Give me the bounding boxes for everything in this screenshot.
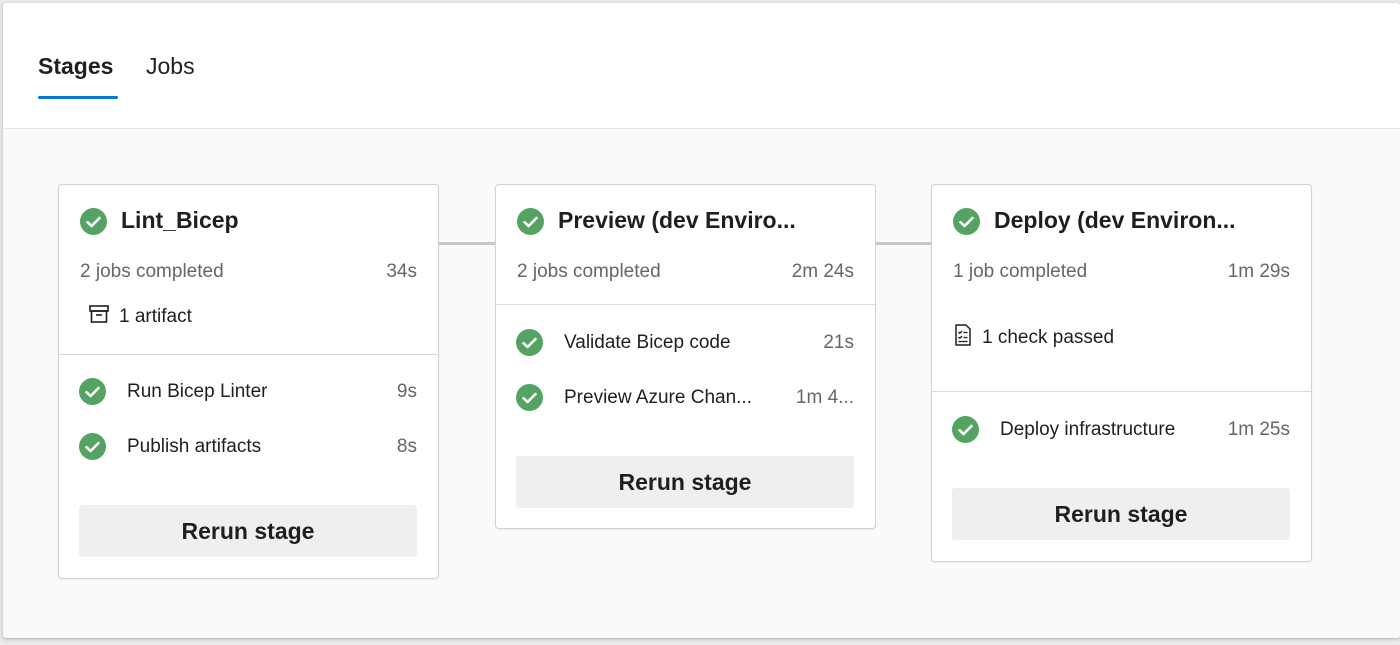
artifact-icon bbox=[89, 305, 109, 329]
success-check-icon bbox=[516, 384, 543, 411]
success-check-icon bbox=[79, 433, 106, 460]
job-name: Publish artifacts bbox=[127, 436, 262, 457]
pipeline-run-panel: Stages Jobs Lint_Bicep 2 jobs completed … bbox=[3, 3, 1400, 638]
checks-link[interactable]: 1 check passed bbox=[954, 324, 1114, 352]
tab-bar: Stages Jobs bbox=[3, 3, 1400, 129]
stage-duration: 2m 24s bbox=[791, 261, 854, 282]
success-check-icon bbox=[79, 378, 106, 405]
tab-stages[interactable]: Stages bbox=[38, 53, 113, 80]
jobs-summary: 1 job completed bbox=[953, 261, 1088, 282]
job-duration: 8s bbox=[396, 436, 417, 457]
stage-title: Lint_Bicep bbox=[121, 207, 239, 233]
active-tab-indicator bbox=[38, 96, 118, 99]
jobs-summary: 2 jobs completed bbox=[517, 261, 661, 282]
rerun-stage-button[interactable]: Rerun stage bbox=[79, 505, 417, 557]
stage-card-deploy[interactable]: Deploy (dev Environ... 1 job completed 1… bbox=[931, 184, 1312, 562]
stage-title: Deploy (dev Environ... bbox=[994, 207, 1236, 233]
job-name: Deploy infrastructure bbox=[1000, 419, 1176, 440]
success-check-icon bbox=[80, 208, 107, 235]
rerun-stage-button[interactable]: Rerun stage bbox=[952, 488, 1290, 540]
success-check-icon bbox=[952, 416, 979, 443]
jobs-summary: 2 jobs completed bbox=[80, 261, 224, 282]
artifact-link[interactable]: 1 artifact bbox=[89, 305, 192, 329]
job-row[interactable]: Run Bicep Linter 9s bbox=[59, 378, 438, 408]
artifact-label: 1 artifact bbox=[119, 306, 192, 327]
job-row[interactable]: Deploy infrastructure 1m 25s bbox=[932, 416, 1311, 446]
divider bbox=[59, 354, 438, 355]
job-row[interactable]: Preview Azure Chan... 1m 4... bbox=[496, 384, 875, 414]
divider bbox=[496, 304, 875, 305]
job-name: Preview Azure Chan... bbox=[564, 387, 752, 408]
job-duration: 1m 25s bbox=[1227, 419, 1290, 440]
job-row[interactable]: Publish artifacts 8s bbox=[59, 433, 438, 463]
job-name: Validate Bicep code bbox=[564, 332, 731, 353]
job-duration: 21s bbox=[823, 332, 854, 353]
job-name: Run Bicep Linter bbox=[127, 381, 268, 402]
checks-label: 1 check passed bbox=[982, 327, 1115, 348]
stage-duration: 1m 29s bbox=[1227, 261, 1290, 282]
stage-connector bbox=[439, 242, 496, 245]
job-duration: 9s bbox=[396, 381, 417, 402]
stage-title: Preview (dev Enviro... bbox=[558, 207, 796, 233]
stage-card-lint-bicep[interactable]: Lint_Bicep 2 jobs completed 34s 1 artifa… bbox=[58, 184, 439, 579]
job-duration: 1m 4... bbox=[795, 387, 854, 408]
success-check-icon bbox=[516, 329, 543, 356]
stage-duration: 34s bbox=[386, 261, 417, 282]
stage-card-preview[interactable]: Preview (dev Enviro... 2 jobs completed … bbox=[495, 184, 876, 529]
stages-canvas: Lint_Bicep 2 jobs completed 34s 1 artifa… bbox=[3, 129, 1400, 638]
divider bbox=[932, 391, 1311, 392]
success-check-icon bbox=[953, 208, 980, 235]
checklist-icon bbox=[954, 324, 972, 352]
job-row[interactable]: Validate Bicep code 21s bbox=[496, 329, 875, 359]
stage-connector bbox=[876, 242, 932, 245]
success-check-icon bbox=[517, 208, 544, 235]
rerun-stage-button[interactable]: Rerun stage bbox=[516, 456, 854, 508]
tab-jobs[interactable]: Jobs bbox=[146, 53, 195, 80]
